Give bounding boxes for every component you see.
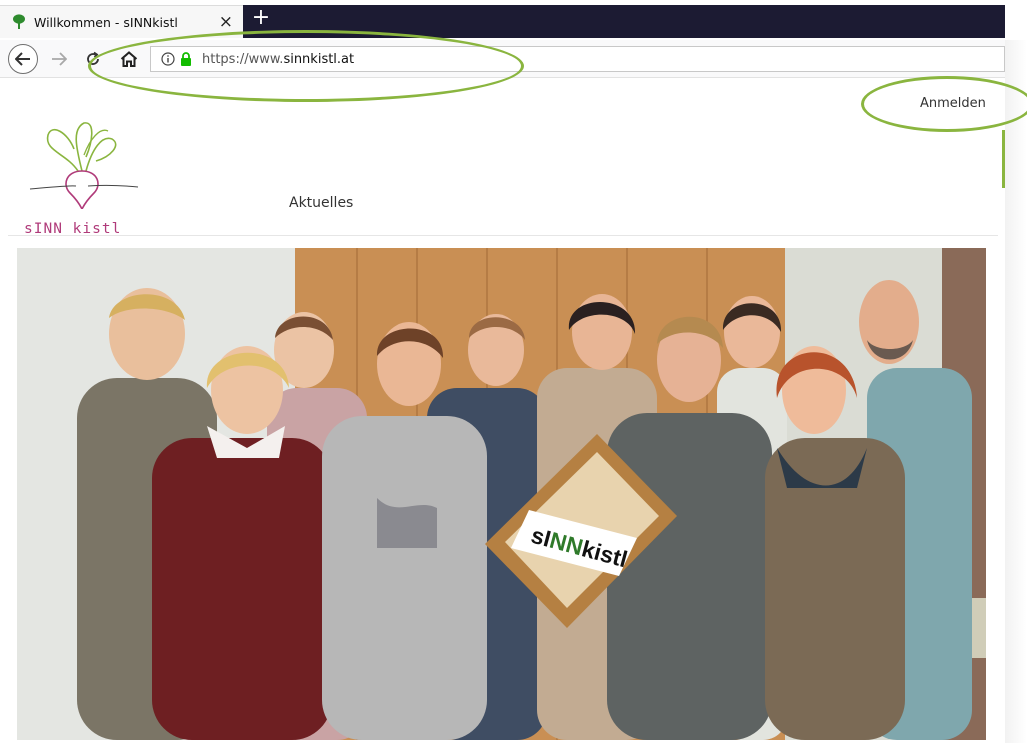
tab-strip-background [243,5,1005,38]
arrow-right-icon [52,52,67,66]
team-photo-illustration [17,248,986,740]
home-icon [120,51,138,67]
tree-favicon-icon [13,14,25,29]
browser-tab-strip: Willkommen - sINNkistl × + [0,0,1027,40]
url-prefix: https://www. [202,51,284,67]
page-edge [1005,40,1027,743]
browser-toolbar: https://www.sinnkistl.at [0,40,1005,78]
arrow-left-icon [15,52,30,66]
scrollbar-thumb[interactable] [1002,130,1005,188]
browser-tab-active[interactable]: Willkommen - sINNkistl × [0,5,243,38]
back-button[interactable] [8,44,38,74]
close-tab-icon[interactable]: × [219,12,233,32]
reload-icon [87,51,99,65]
page-content: Anmelden sINN kistl Aktuelles sINNkistl [0,79,1005,743]
header-divider [8,235,998,236]
new-tab-button[interactable]: + [251,5,271,33]
reload-button[interactable] [82,44,104,74]
login-link[interactable]: Anmelden [920,96,986,111]
url-text[interactable]: https://www.sinnkistl.at [202,52,354,67]
beet-logo-icon [29,122,139,209]
hero-team-photo: sINNkistl [17,248,986,740]
home-button[interactable] [116,44,142,74]
lock-icon[interactable] [180,52,192,66]
tab-title: Willkommen - sINNkistl [34,14,178,30]
forward-button[interactable] [48,44,70,74]
url-bar[interactable]: https://www.sinnkistl.at [150,46,1005,72]
site-logo[interactable]: sINN kistl [8,103,153,239]
nav-item-aktuelles[interactable]: Aktuelles [289,195,353,211]
info-icon[interactable] [161,52,175,66]
url-host: sinnkistl.at [283,51,355,67]
